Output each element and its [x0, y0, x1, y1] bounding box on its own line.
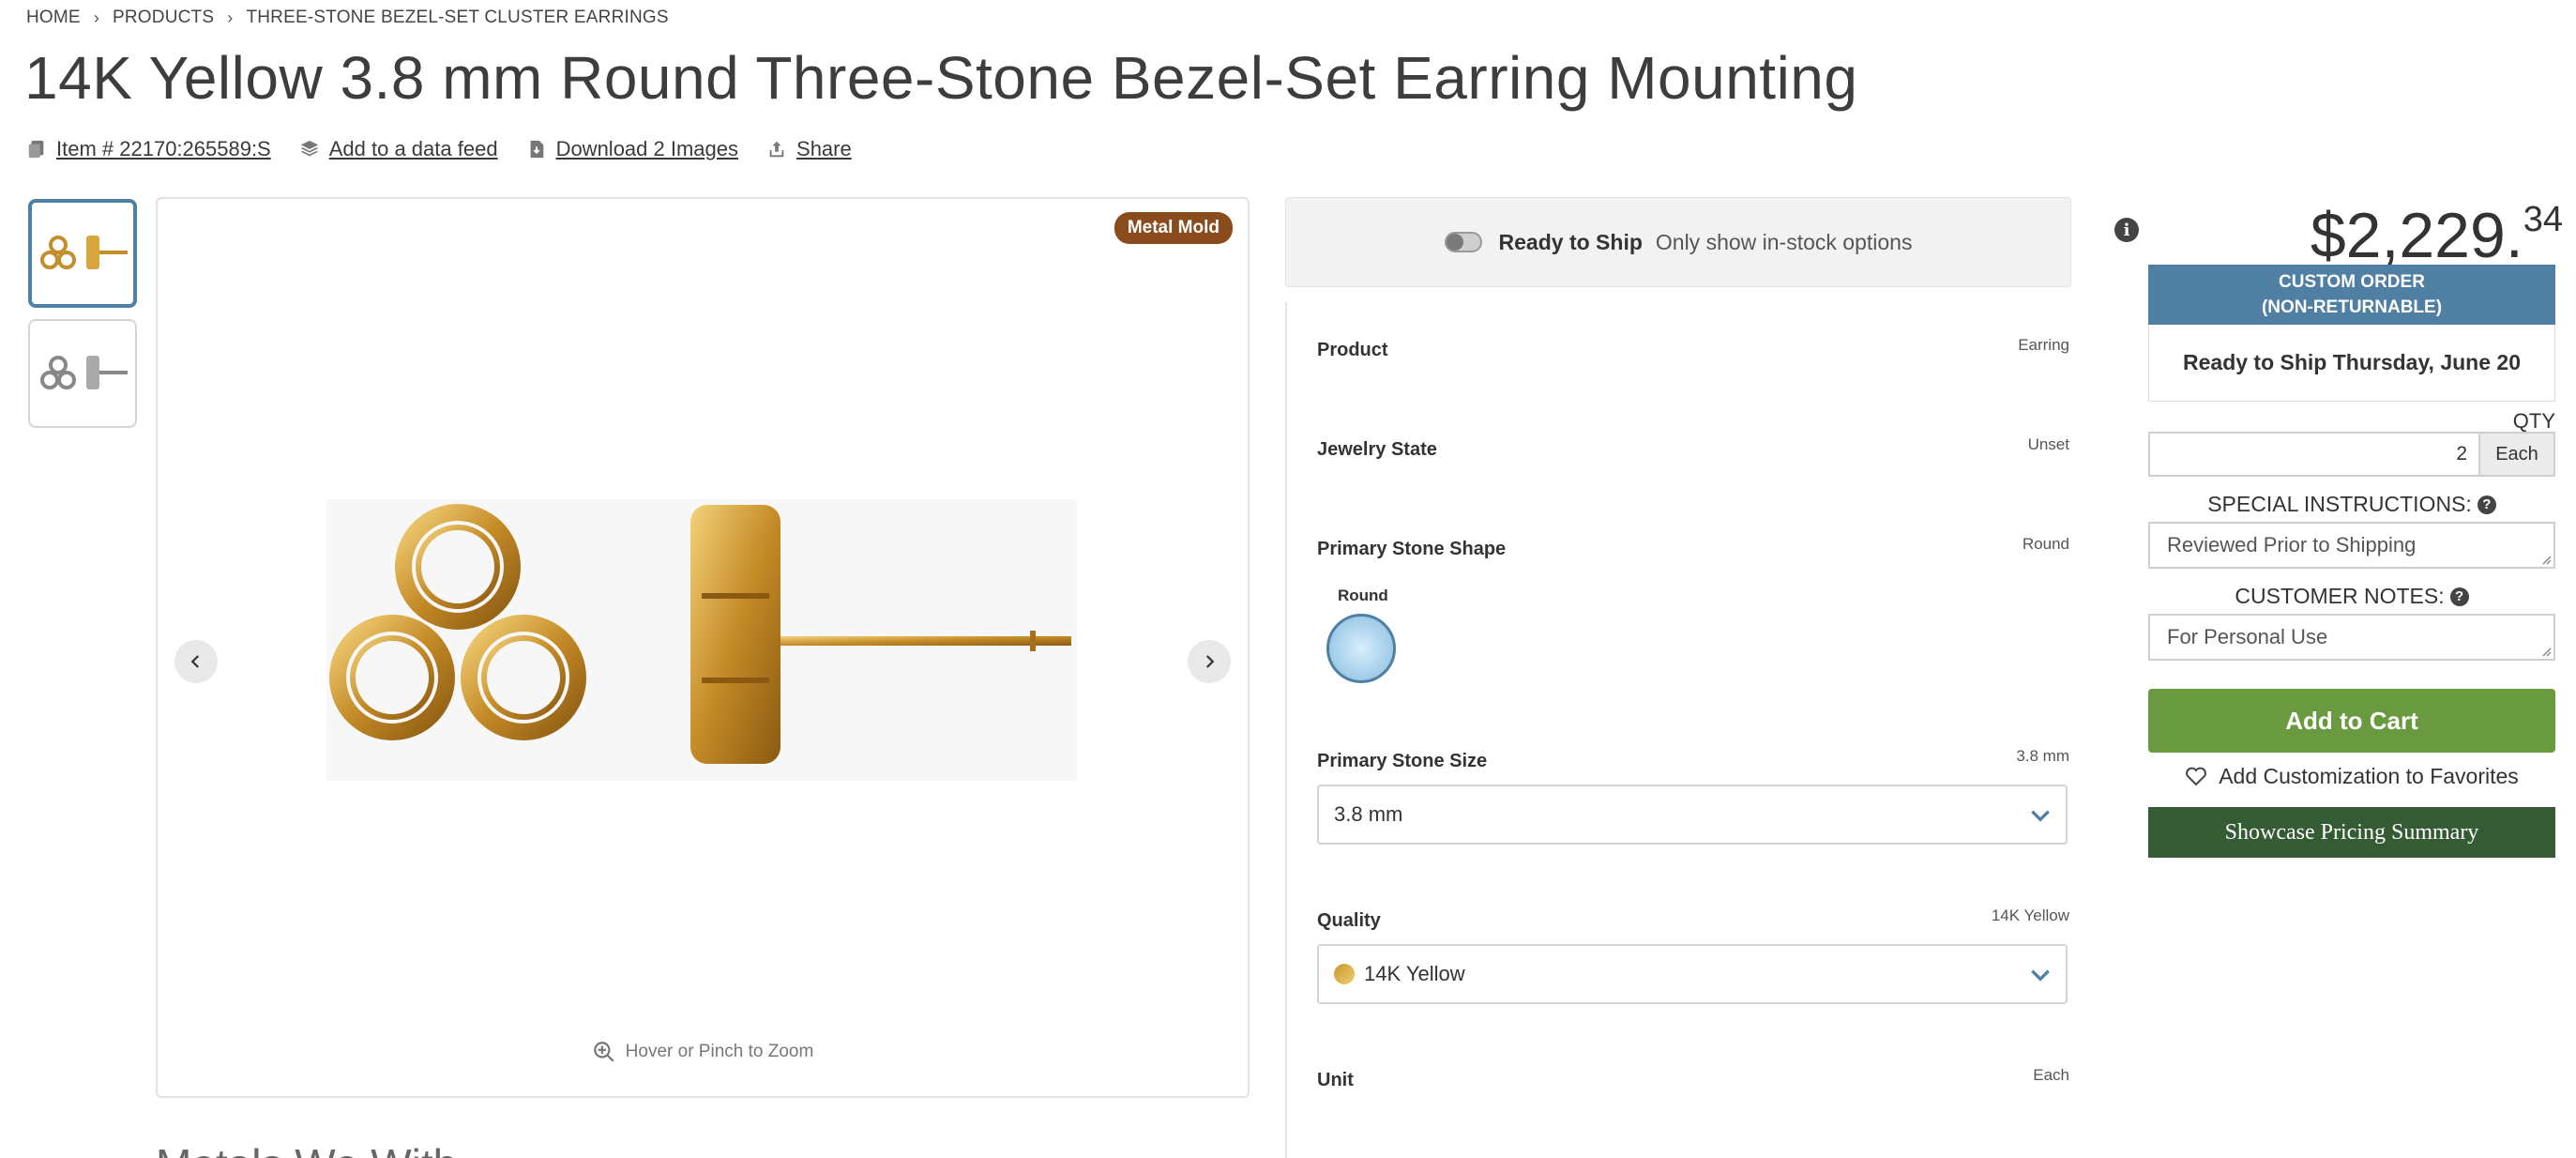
option-unit-label: Unit [1317, 1070, 1354, 1090]
showcase-pricing-button[interactable]: Showcase Pricing Summary [2148, 807, 2555, 858]
chevron-right-icon [1205, 655, 1215, 668]
action-links: Item # 22170:265589:S Add to a data feed… [26, 137, 852, 161]
option-product-label: Product [1317, 340, 1388, 360]
chevron-down-icon [2031, 810, 2050, 822]
zoom-in-icon [593, 1042, 614, 1062]
thumbnail-list [28, 199, 139, 439]
price-cents: 34 [2523, 200, 2563, 239]
ready-to-ship-sub: Only show in-stock options [1655, 229, 1913, 254]
share-link[interactable]: Share [766, 137, 852, 161]
option-stone-size-value: 3.8 mm [2016, 747, 2069, 765]
earring-thumbnail-image [40, 236, 128, 269]
breadcrumb: HOME › PRODUCTS › THREE-STONE BEZEL-SET … [26, 8, 669, 28]
ready-to-ship-filter: Ready to Ship Only show in-stock options [1285, 197, 2071, 287]
customer-notes-label: CUSTOMER NOTES: ? [2148, 584, 2555, 609]
customer-notes-value: For Personal Use [2167, 625, 2328, 648]
option-quality-label: Quality [1317, 910, 1381, 931]
chevron-left-icon [190, 655, 200, 668]
quality-select[interactable]: 14K Yellow [1317, 944, 2068, 1004]
download-images-label: Download 2 Images [555, 137, 739, 160]
special-instructions-value: Reviewed Prior to Shipping [2167, 533, 2417, 556]
round-stone-swatch[interactable] [1326, 614, 1396, 683]
price: $2,229.34 [2311, 199, 2563, 272]
product-options: Product Earring Jewelry State Unset Prim… [1285, 302, 2071, 1158]
share-label: Share [796, 137, 852, 160]
metal-mold-badge: Metal Mold [1114, 212, 1233, 244]
chevron-right-icon: › [227, 8, 234, 27]
option-jewelry-state-label: Jewelry State [1317, 439, 1437, 460]
thumbnail-gold[interactable] [28, 199, 137, 308]
earring-thumbnail-image [40, 356, 128, 389]
share-icon [769, 141, 784, 158]
option-quality-value: 14K Yellow [1991, 907, 2069, 924]
help-icon[interactable]: ? [2477, 495, 2496, 514]
customer-notes-text: CUSTOMER NOTES: [2235, 584, 2445, 608]
special-instructions-field[interactable]: Reviewed Prior to Shipping [2148, 522, 2555, 569]
stone-size-selected: 3.8 mm [1334, 802, 1403, 826]
qty-row: 2 Each [2148, 432, 2555, 477]
zoom-hint: Hover or Pinch to Zoom [158, 1040, 1248, 1064]
custom-order-line1: CUSTOM ORDER [2279, 272, 2425, 292]
layers-icon [300, 140, 318, 157]
heart-icon [2186, 767, 2207, 786]
customer-notes-field[interactable]: For Personal Use [2148, 614, 2555, 661]
item-number-label: Item # 22170:265589:S [56, 137, 271, 160]
thumbnail-silver[interactable] [28, 319, 137, 428]
info-icon[interactable]: i [2114, 218, 2139, 242]
special-instructions-text: SPECIAL INSTRUCTIONS: [2207, 492, 2472, 516]
stone-size-select[interactable]: 3.8 mm [1317, 785, 2068, 845]
option-product-value: Earring [2018, 336, 2069, 354]
resize-grip-icon[interactable] [2540, 646, 2552, 657]
page-title: 14K Yellow 3.8 mm Round Three-Stone Beze… [24, 44, 1858, 112]
chevron-right-icon: › [93, 8, 100, 27]
custom-order-line2: (NON-RETURNABLE) [2261, 297, 2443, 317]
breadcrumb-home[interactable]: HOME [26, 8, 81, 28]
zoom-hint-label: Hover or Pinch to Zoom [625, 1042, 814, 1061]
option-jewelry-state-value: Unset [2027, 435, 2069, 453]
gold-swatch-icon [1334, 964, 1355, 984]
add-data-feed-link[interactable]: Add to a data feed [299, 137, 498, 161]
help-icon[interactable]: ? [2449, 587, 2469, 606]
earring-product-image [326, 499, 1077, 781]
option-unit-value: Each [2033, 1066, 2069, 1084]
price-dollars: $2,229. [2310, 200, 2523, 271]
qty-label: QTY [2512, 409, 2555, 433]
ready-to-ship-toggle[interactable] [1444, 232, 1482, 252]
stone-swatch-label: Round [1338, 587, 1388, 604]
qty-input[interactable]: 2 [2148, 432, 2480, 477]
add-data-feed-label: Add to a data feed [328, 137, 498, 160]
resize-grip-icon[interactable] [2540, 554, 2552, 565]
product-image-viewer[interactable]: Metal Mold Hover or Pinch to Zoom [156, 197, 1250, 1098]
quality-selected: 14K Yellow [1364, 962, 1465, 985]
add-to-cart-button[interactable]: Add to Cart [2148, 689, 2555, 753]
section-heading: Metals We With... [156, 1139, 493, 1158]
copy-icon [28, 140, 44, 159]
option-stone-shape-label: Primary Stone Shape [1317, 539, 1507, 559]
custom-order-banner: CUSTOM ORDER (NON-RETURNABLE) [2148, 265, 2555, 325]
chevron-down-icon [2031, 969, 2050, 982]
ready-to-ship-label: Ready to Ship [1498, 229, 1643, 254]
next-image-button[interactable] [1188, 640, 1231, 683]
breadcrumb-category[interactable]: THREE-STONE BEZEL-SET CLUSTER EARRINGS [246, 8, 668, 28]
item-number-link[interactable]: Item # 22170:265589:S [26, 137, 271, 161]
breadcrumb-products[interactable]: PRODUCTS [113, 8, 214, 28]
add-to-favorites-label: Add Customization to Favorites [2219, 763, 2519, 788]
previous-image-button[interactable] [174, 640, 218, 683]
download-images-link[interactable]: Download 2 Images [526, 137, 738, 161]
download-file-icon [530, 140, 543, 159]
option-stone-size-label: Primary Stone Size [1317, 751, 1488, 771]
special-instructions-label: SPECIAL INSTRUCTIONS: ? [2148, 492, 2555, 517]
option-stone-shape-value: Round [2022, 535, 2069, 553]
add-to-favorites-link[interactable]: Add Customization to Favorites [2148, 756, 2555, 796]
qty-unit: Each [2480, 432, 2555, 477]
ship-date: Ready to Ship Thursday, June 20 [2148, 325, 2555, 402]
